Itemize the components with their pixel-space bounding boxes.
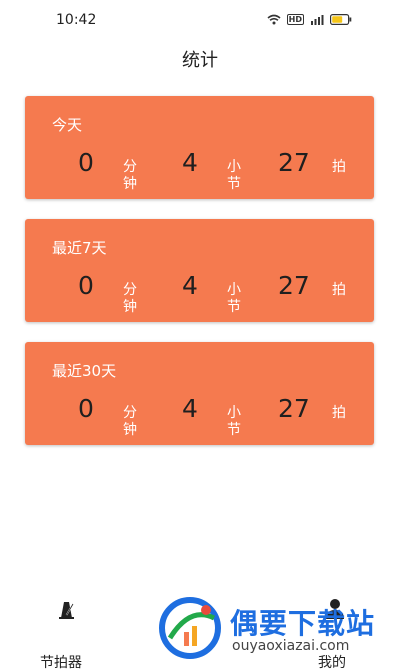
card-title: 最近7天 [52,239,107,257]
minutes-unit: 分钟 [123,159,137,192]
status-icons: HD [267,14,352,25]
minutes-value: 0 [78,148,94,177]
stats-card-7days: 最近7天 0 分钟 4 小节 27 拍 [25,219,374,322]
stats-card-30days: 最近30天 0 分钟 4 小节 27 拍 [25,342,374,445]
card-title: 今天 [52,116,83,134]
metronome-icon [59,602,74,619]
watermark-text: 偶要下载站 [230,607,376,640]
status-bar: 10:42 HD [0,0,400,40]
status-time: 10:42 [56,12,97,28]
minutes-unit: 分钟 [123,282,137,315]
beats-unit: 拍 [332,282,346,298]
bars-value: 4 [182,271,198,300]
bars-unit: 小节 [227,405,241,438]
minutes-value: 0 [78,271,94,300]
beats-unit: 拍 [332,405,346,421]
wifi-icon [267,14,281,25]
beats-value: 27 [278,148,310,177]
nav-label-metronome: 节拍器 [40,655,82,671]
watermark-logo-icon [159,597,221,659]
watermark: 偶要下载站 ouyaoxiazai.com [158,596,398,660]
hd-icon: HD [286,14,304,25]
beats-unit: 拍 [332,159,346,175]
stats-card-today: 今天 0 分钟 4 小节 27 拍 [25,96,374,199]
bars-value: 4 [182,394,198,423]
minutes-value: 0 [78,394,94,423]
bars-unit: 小节 [227,282,241,315]
watermark-url: ouyaoxiazai.com [232,638,350,654]
battery-icon [330,14,352,25]
card-title: 最近30天 [52,362,117,380]
signal-icon [311,15,324,25]
beats-value: 27 [278,394,310,423]
minutes-unit: 分钟 [123,405,137,438]
bars-value: 4 [182,148,198,177]
bars-unit: 小节 [227,159,241,192]
page-title: 统计 [182,50,218,71]
beats-value: 27 [278,271,310,300]
